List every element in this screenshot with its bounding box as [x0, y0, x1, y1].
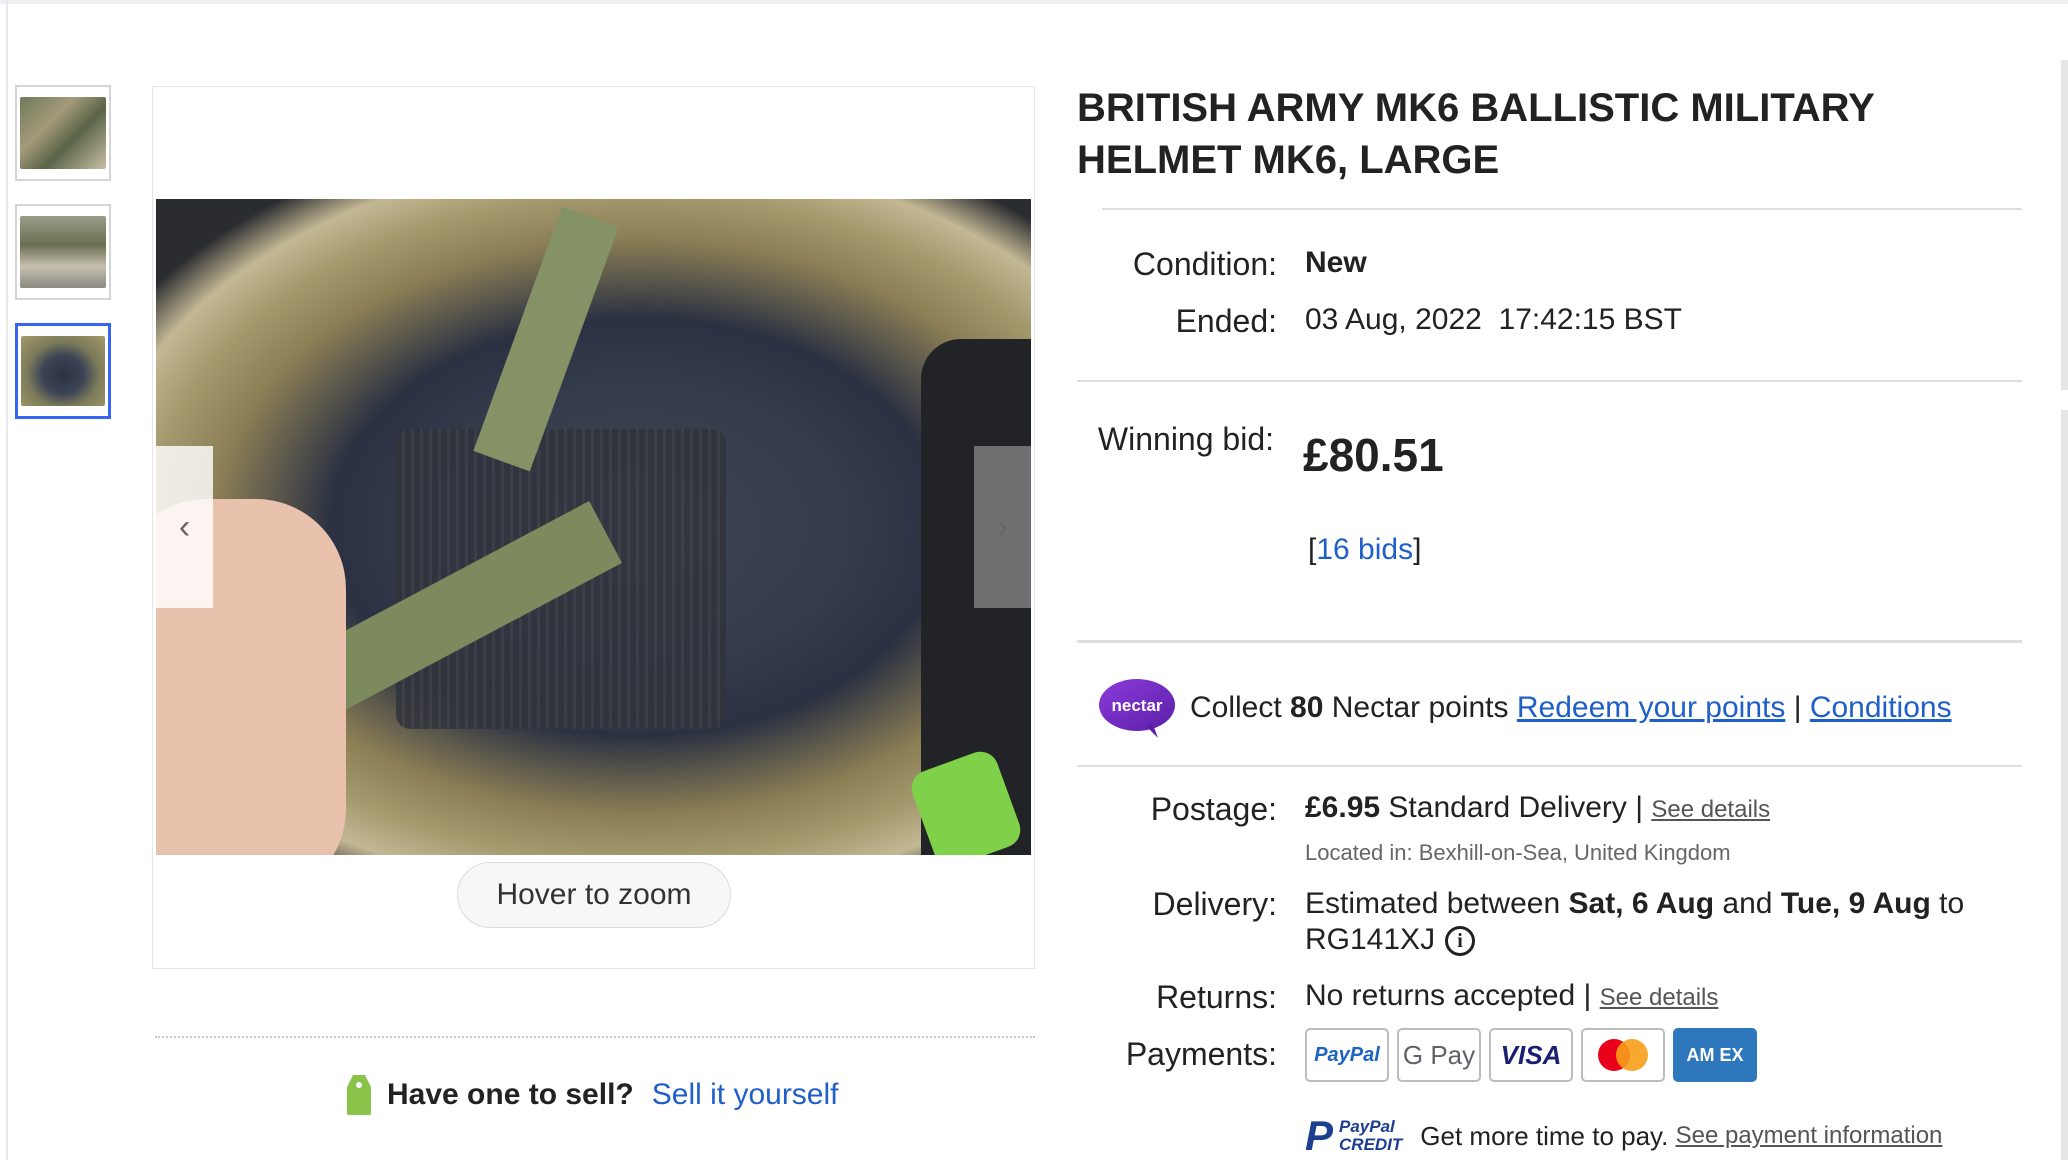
title-divider [1102, 208, 2022, 210]
delivery-postcode: RG141XJ [1305, 923, 1436, 956]
bids-link[interactable]: 16 bids [1316, 533, 1413, 566]
delivery-prefix: Estimated between [1305, 887, 1561, 920]
postage-see-details-link[interactable]: See details [1651, 796, 1770, 823]
ended-date: 03 Aug, 2022 [1305, 303, 1482, 336]
paypal-credit-line2: CREDIT [1339, 1135, 1403, 1154]
postage-value: £6.95 Standard Delivery | See details [1305, 791, 1770, 825]
nectar-collect-text: Collect [1190, 691, 1282, 724]
thumbnail-1[interactable] [15, 85, 111, 181]
returns-see-details-link[interactable]: See details [1600, 984, 1719, 1011]
delivery-value: Estimated between Sat, 6 Aug and Tue, 9 … [1305, 886, 2045, 958]
nectar-logo-icon: nectar [1099, 679, 1175, 738]
previous-image-button[interactable]: ‹ [156, 446, 213, 608]
bracket-close: ] [1413, 533, 1422, 566]
returns-value: No returns accepted | See details [1305, 979, 1718, 1013]
hover-to-zoom-button[interactable]: Hover to zoom [457, 862, 731, 928]
payment-information-link[interactable]: See payment information [1676, 1122, 1943, 1150]
ended-label: Ended: [1175, 303, 1277, 339]
paypal-credit-logo-icon: P PayPal CREDIT [1305, 1112, 1402, 1160]
thumbnail-image [20, 97, 106, 169]
paypal-icon: PayPal [1305, 1028, 1389, 1082]
paypal-credit-p: P [1305, 1112, 1334, 1159]
google-pay-icon: G Pay [1397, 1028, 1481, 1082]
payment-methods: PayPal G Pay VISA AM EX [1305, 1028, 1757, 1082]
nectar-points-text: Nectar points [1331, 691, 1509, 724]
scrollbar-edge [2061, 60, 2068, 390]
thumbnail-2[interactable] [15, 204, 111, 300]
ended-time: 17:42:15 BST [1498, 303, 1682, 336]
condition-value: New [1305, 246, 1367, 279]
info-icon[interactable]: i [1445, 926, 1476, 957]
top-border [0, 0, 2068, 4]
amex-icon: AM EX [1673, 1028, 1757, 1082]
postage-service: Standard Delivery [1388, 791, 1627, 824]
delivery-and: and [1722, 887, 1773, 920]
sell-prompt: Have one to sell? Sell it yourself [345, 1070, 839, 1120]
nectar-conditions-link[interactable]: Conditions [1810, 691, 1952, 725]
winning-bid-amount: £80.51 [1303, 429, 1444, 481]
thumbnail-3-selected[interactable] [15, 323, 111, 419]
price-tag-icon [347, 1075, 371, 1115]
postage-separator: | [1635, 791, 1644, 824]
thumbnail-image [20, 216, 106, 288]
section-divider [1077, 380, 2022, 382]
postage-label: Postage: [1150, 791, 1277, 827]
bids-count: [16 bids] [1308, 533, 1421, 567]
next-image-button[interactable]: › [974, 446, 1031, 608]
item-title: BRITISH ARMY MK6 BALLISTIC MILITARY HELM… [1077, 86, 1875, 182]
returns-label: Returns: [1156, 979, 1277, 1015]
paypal-credit-line1: PayPal [1339, 1117, 1395, 1136]
delivery-label: Delivery: [1152, 886, 1277, 922]
ended-value: 03 Aug, 2022 17:42:15 BST [1305, 303, 1682, 337]
left-divider [6, 0, 8, 1160]
chevron-right-icon: › [996, 507, 1009, 546]
section-divider [1077, 765, 2022, 767]
sell-question: Have one to sell? [387, 1078, 634, 1111]
postage-price: £6.95 [1305, 791, 1381, 824]
delivery-end: Tue, 9 Aug [1780, 887, 1931, 920]
visa-icon: VISA [1489, 1028, 1573, 1082]
returns-separator: | [1583, 979, 1592, 1012]
credit-text: Get more time to pay. [1420, 1120, 1669, 1151]
nectar-points: 80 [1290, 691, 1324, 724]
delivery-start: Sat, 6 Aug [1568, 887, 1715, 920]
winning-bid-label: Winning bid: [1097, 421, 1274, 457]
thumbnail-image [21, 336, 105, 406]
chevron-left-icon: ‹ [178, 507, 191, 546]
item-location: Located in: Bexhill-on-Sea, United Kingd… [1305, 840, 1731, 865]
nectar-separator: | [1793, 691, 1802, 724]
sell-it-yourself-link[interactable]: Sell it yourself [652, 1078, 839, 1112]
paypal-credit-row: P PayPal CREDIT Get more time to pay. See… [1305, 1112, 1942, 1160]
condition-label: Condition: [1132, 246, 1277, 282]
section-divider [1077, 640, 2022, 643]
mastercard-icon [1581, 1028, 1665, 1082]
dotted-divider [155, 1036, 1035, 1038]
payments-label: Payments: [1125, 1036, 1277, 1072]
delivery-to: to [1939, 887, 1965, 920]
redeem-points-link[interactable]: Redeem your points [1517, 691, 1785, 725]
returns-policy: No returns accepted [1305, 979, 1576, 1012]
svg-text:nectar: nectar [1111, 696, 1162, 715]
nectar-row: nectar Collect 80 Nectar points Redeem y… [1098, 676, 1952, 740]
main-product-image[interactable] [156, 199, 1031, 855]
scrollbar-edge [2061, 410, 2068, 1160]
